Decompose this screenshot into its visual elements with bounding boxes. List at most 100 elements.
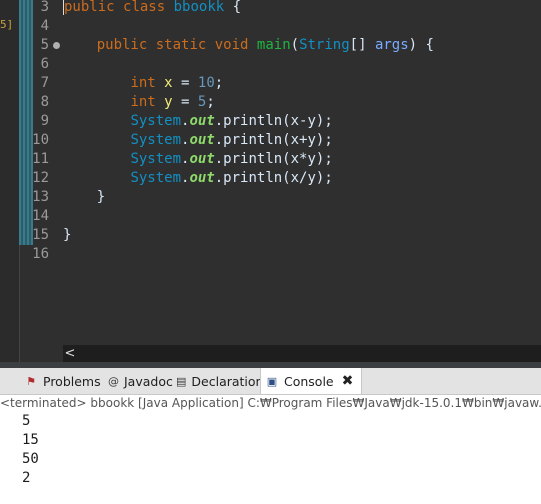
code-token: ; xyxy=(206,94,215,110)
code-token: out xyxy=(189,170,215,186)
code-line: int y = 5; xyxy=(63,93,215,112)
line-number: 5 xyxy=(40,37,49,53)
code-token: System xyxy=(130,113,182,129)
code-line: int x = 10; xyxy=(63,74,223,93)
tab-javadoc[interactable]: @ Javadoc xyxy=(104,368,173,394)
close-icon[interactable]: ✖ xyxy=(342,373,354,389)
tab-problems[interactable]: ⚑ Problems xyxy=(20,368,104,394)
code-token: static xyxy=(155,37,207,53)
code-token: class xyxy=(123,0,166,15)
code-line: System.out.println(x*y); xyxy=(63,150,333,169)
code-token: bbookk xyxy=(173,0,225,15)
bottom-panel-tabbar: ⚑ Problems @ Javadoc ▤ Declaration ▣ Console ✖ xyxy=(0,368,541,395)
left-gutter-strip: 5] xyxy=(0,0,20,362)
code-token: public xyxy=(64,0,115,15)
line-number: 4 xyxy=(40,18,49,34)
code-token: int xyxy=(130,75,156,91)
code-token: .println(x*y); xyxy=(214,151,333,167)
line-number: 14 xyxy=(32,208,49,224)
code-token: int xyxy=(130,94,156,110)
fold-collapse-icon[interactable] xyxy=(53,42,60,49)
left-marker: 5] xyxy=(0,18,14,31)
tab-declaration[interactable]: ▤ Declaration xyxy=(172,368,264,394)
code-token: out xyxy=(189,113,215,129)
code-token: } xyxy=(63,189,106,205)
line-number: 7 xyxy=(40,75,49,91)
code-token: y xyxy=(164,94,173,110)
code-token: out xyxy=(189,132,215,148)
declaration-icon: ▤ xyxy=(176,374,187,388)
code-line: System.out.println(x/y); xyxy=(63,169,333,188)
code-token: ( xyxy=(290,37,300,53)
console-output-line: 15 xyxy=(22,432,39,448)
line-number: 12 xyxy=(32,170,49,186)
code-token: 10 xyxy=(197,75,215,91)
code-token: { xyxy=(224,0,242,15)
code-token: = xyxy=(172,75,198,91)
line-number: 11 xyxy=(32,151,49,167)
code-token: x xyxy=(164,75,173,91)
scroll-left-icon[interactable]: < xyxy=(63,345,77,362)
console-output-line: 50 xyxy=(22,451,39,467)
code-token: String xyxy=(299,37,350,53)
code-line: System.out.println(x-y); xyxy=(63,112,333,131)
code-token: System xyxy=(130,151,182,167)
code-token: .println(x+y); xyxy=(214,132,333,148)
line-number: 16 xyxy=(32,246,49,262)
problems-icon: ⚑ xyxy=(26,374,36,388)
line-number: 15 xyxy=(32,227,49,243)
line-number: 13 xyxy=(32,189,49,205)
code-token: [] xyxy=(349,37,375,53)
code-token: } xyxy=(63,227,72,243)
code-token: .println(x/y); xyxy=(214,170,333,186)
code-line: System.out.println(x+y); xyxy=(63,131,333,150)
line-number: 8 xyxy=(40,94,49,110)
code-token: ) { xyxy=(408,37,434,53)
code-token: .println(x-y); xyxy=(214,113,333,129)
code-token: ; xyxy=(214,75,224,91)
code-token: System xyxy=(130,170,182,186)
tab-label: Declaration xyxy=(191,373,264,389)
code-line: public class bbookk { xyxy=(63,0,241,17)
code-token: public xyxy=(96,37,148,53)
tab-label: Problems xyxy=(43,373,101,389)
code-token: void xyxy=(214,37,249,53)
javadoc-icon: @ xyxy=(108,374,119,388)
console-output[interactable]: 5 15 50 2 xyxy=(0,412,541,504)
code-line: public static void main(String[] args) { xyxy=(63,36,434,55)
code-token: args xyxy=(374,37,409,53)
console-icon: ▣ xyxy=(266,374,278,388)
tab-label: Javadoc xyxy=(124,373,173,389)
code-line: } xyxy=(63,226,71,245)
code-token: main xyxy=(256,37,291,53)
console-status-line: <terminated> bbookk [Java Application] C… xyxy=(0,395,541,412)
code-line: } xyxy=(63,188,105,207)
tab-label: Console xyxy=(284,373,334,389)
tab-console[interactable]: ▣ Console ✖ xyxy=(260,368,362,394)
code-token: out xyxy=(189,151,215,167)
line-number-gutter: 3 4 5 6 7 8 9 10 11 12 13 14 15 16 xyxy=(32,0,63,362)
console-output-line: 2 xyxy=(22,470,31,486)
code-token: System xyxy=(130,132,182,148)
horizontal-scrollbar[interactable]: < xyxy=(63,345,541,362)
code-token: = xyxy=(172,94,198,110)
console-output-line: 5 xyxy=(22,413,31,429)
line-number: 9 xyxy=(40,113,49,129)
line-number: 6 xyxy=(40,56,49,72)
line-number: 10 xyxy=(32,132,49,148)
code-editor[interactable]: public class bbookk { public static void… xyxy=(63,0,541,345)
